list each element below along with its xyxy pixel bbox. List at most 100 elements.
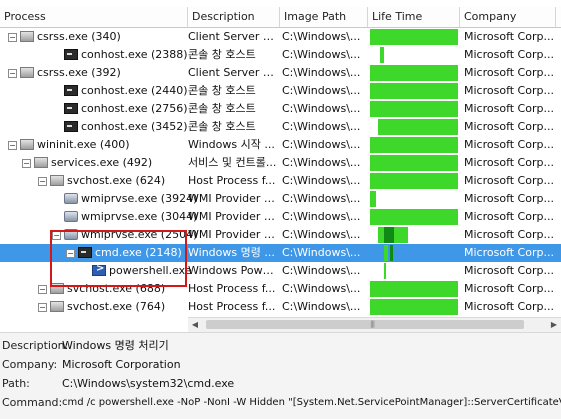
lifetime-bar <box>384 263 386 279</box>
process-name: cmd.exe (2148) <box>95 246 182 259</box>
table-row[interactable]: − svchost.exe (688) Host Process f... C:\Wi… <box>0 280 561 298</box>
process-extra-column <box>556 100 561 118</box>
column-extra[interactable] <box>556 7 561 27</box>
detail-path-label: Path: <box>2 377 30 390</box>
process-name: svchost.exe (764) <box>67 300 166 313</box>
table-row[interactable]: − wmiprvse.exe (2504) WMI Provider H... C:\… <box>0 226 561 244</box>
process-extra-column <box>556 118 561 136</box>
process-extra-column <box>556 64 561 82</box>
collapse-icon[interactable]: − <box>66 249 75 258</box>
scroll-left-icon[interactable]: ◀ <box>188 318 202 332</box>
gear-icon <box>64 211 78 222</box>
collapse-icon[interactable]: − <box>52 231 61 240</box>
process-name: svchost.exe (688) <box>67 282 166 295</box>
process-extra-column <box>556 46 561 64</box>
scroll-right-icon[interactable]: ▶ <box>547 318 561 332</box>
table-row[interactable]: − csrss.exe (392) Client Server R... C:\Win… <box>0 64 561 82</box>
process-image-path: C:\Windows\... <box>282 264 361 277</box>
process-name: svchost.exe (624) <box>67 174 166 187</box>
process-extra-column <box>556 172 561 190</box>
table-row[interactable]: conhost.exe (2756) 콘솔 창 호스트 C:\Windows\...… <box>0 100 561 118</box>
console-icon <box>64 121 78 132</box>
lifetime-bar <box>370 281 458 297</box>
process-extra-column <box>556 280 561 298</box>
table-row[interactable]: powershell.exeWindows Powe... C:\Windows\… <box>0 262 561 280</box>
collapse-icon[interactable]: − <box>8 33 17 42</box>
process-company: Microsoft Corp... <box>464 48 554 61</box>
detail-path-value: C:\Windows\system32\cmd.exe <box>62 377 235 390</box>
console-icon <box>78 247 92 258</box>
process-name: wmiprvse.exe (2504) <box>81 228 198 241</box>
scrollbar-thumb[interactable]: ||| <box>206 320 524 329</box>
column-company[interactable]: Company <box>460 7 556 27</box>
console-icon <box>64 49 78 60</box>
collapse-icon[interactable]: − <box>38 285 47 294</box>
horizontal-scrollbar[interactable]: ◀ ||| ▶ <box>188 317 561 332</box>
table-row[interactable]: conhost.exe (2440) 콘솔 창 호스트 C:\Windows\...… <box>0 82 561 100</box>
table-row[interactable]: − csrss.exe (340) Client Server R... C:\Win… <box>0 28 561 46</box>
table-row[interactable]: − wininit.exe (400) Windows 시작 ... C:\Windo… <box>0 136 561 154</box>
process-image-path: C:\Windows\... <box>282 156 361 169</box>
detail-command-label: Command: <box>2 396 63 409</box>
window-icon <box>34 157 48 168</box>
process-name: wininit.exe (400) <box>37 138 130 151</box>
process-description: WMI Provider H... <box>188 210 278 223</box>
details-pane: Description: Windows 명령 처리기 Company: Mic… <box>0 332 561 419</box>
table-row[interactable]: conhost.exe (2388) 콘솔 창 호스트 C:\Windows\...… <box>0 46 561 64</box>
process-image-path: C:\Windows\... <box>282 174 361 187</box>
lifetime-bar <box>384 227 394 243</box>
table-row[interactable]: conhost.exe (3452) 콘솔 창 호스트 C:\Windows\...… <box>0 118 561 136</box>
lifetime-bar <box>380 47 384 63</box>
table-row[interactable]: wmiprvse.exe (3924) WMI Provider H... C:\W… <box>0 190 561 208</box>
lifetime-bar <box>390 245 393 261</box>
collapse-icon[interactable]: − <box>8 69 17 78</box>
gear-icon <box>64 193 78 204</box>
table-row[interactable]: − svchost.exe (764) Host Process f... C:\Wi… <box>0 298 561 316</box>
lifetime-bar <box>370 209 458 225</box>
table-row[interactable]: − svchost.exe (624) Host Process f... C:\Wi… <box>0 172 561 190</box>
lifetime-bar <box>370 29 458 45</box>
process-company: Microsoft Corp... <box>464 120 554 133</box>
process-description: Client Server R... <box>188 30 278 43</box>
column-life-time[interactable]: Life Time <box>368 7 460 27</box>
column-image-path[interactable]: Image Path <box>280 7 368 27</box>
process-image-path: C:\Windows\... <box>282 66 361 79</box>
process-extra-column <box>556 244 561 262</box>
collapse-icon[interactable]: − <box>38 303 47 312</box>
collapse-icon[interactable]: − <box>38 177 47 186</box>
detail-command-value: cmd /c powershell.exe -NoP -NonI -W Hidd… <box>62 397 561 408</box>
process-description: Host Process f... <box>188 282 276 295</box>
process-name: conhost.exe (2388) <box>81 48 188 61</box>
process-grid: Process Description Image Path Life Time… <box>0 0 561 317</box>
process-company: Microsoft Corp... <box>464 156 554 169</box>
detail-path: Path: C:\Windows\system32\cmd.exe <box>0 375 561 393</box>
console-icon <box>64 85 78 96</box>
lifetime-bar <box>370 191 376 207</box>
process-description: Windows Powe... <box>188 264 278 277</box>
process-description: 콘솔 창 호스트 <box>188 120 256 133</box>
column-description[interactable]: Description <box>188 7 280 27</box>
detail-company: Company: Microsoft Corporation <box>0 356 561 374</box>
process-company: Microsoft Corp... <box>464 210 554 223</box>
detail-description-label: Description: <box>2 339 69 352</box>
column-process[interactable]: Process <box>0 7 188 27</box>
process-name: powershell.exe <box>109 264 192 277</box>
collapse-icon[interactable]: − <box>8 141 17 150</box>
process-company: Microsoft Corp... <box>464 102 554 115</box>
detail-description: Description: Windows 명령 처리기 <box>0 337 561 355</box>
process-description: Windows 시작 ... <box>188 138 275 151</box>
detail-company-label: Company: <box>2 358 58 371</box>
window-icon <box>50 175 64 186</box>
collapse-icon[interactable]: − <box>22 159 31 168</box>
window-icon <box>20 67 34 78</box>
table-row[interactable]: − services.exe (492) 서비스 및 컨트롤... C:\Window… <box>0 154 561 172</box>
window-icon <box>50 283 64 294</box>
lifetime-bar <box>370 65 458 81</box>
lifetime-bar <box>370 83 458 99</box>
table-row[interactable]: wmiprvse.exe (3044) WMI Provider H... C:\W… <box>0 208 561 226</box>
process-name: services.exe (492) <box>51 156 153 169</box>
table-row[interactable]: − cmd.exe (2148) Windows 명령 ... C:\Windows\… <box>0 244 561 262</box>
process-name: wmiprvse.exe (3924) <box>81 192 198 205</box>
process-image-path: C:\Windows\... <box>282 48 361 61</box>
process-company: Microsoft Corp... <box>464 30 554 43</box>
